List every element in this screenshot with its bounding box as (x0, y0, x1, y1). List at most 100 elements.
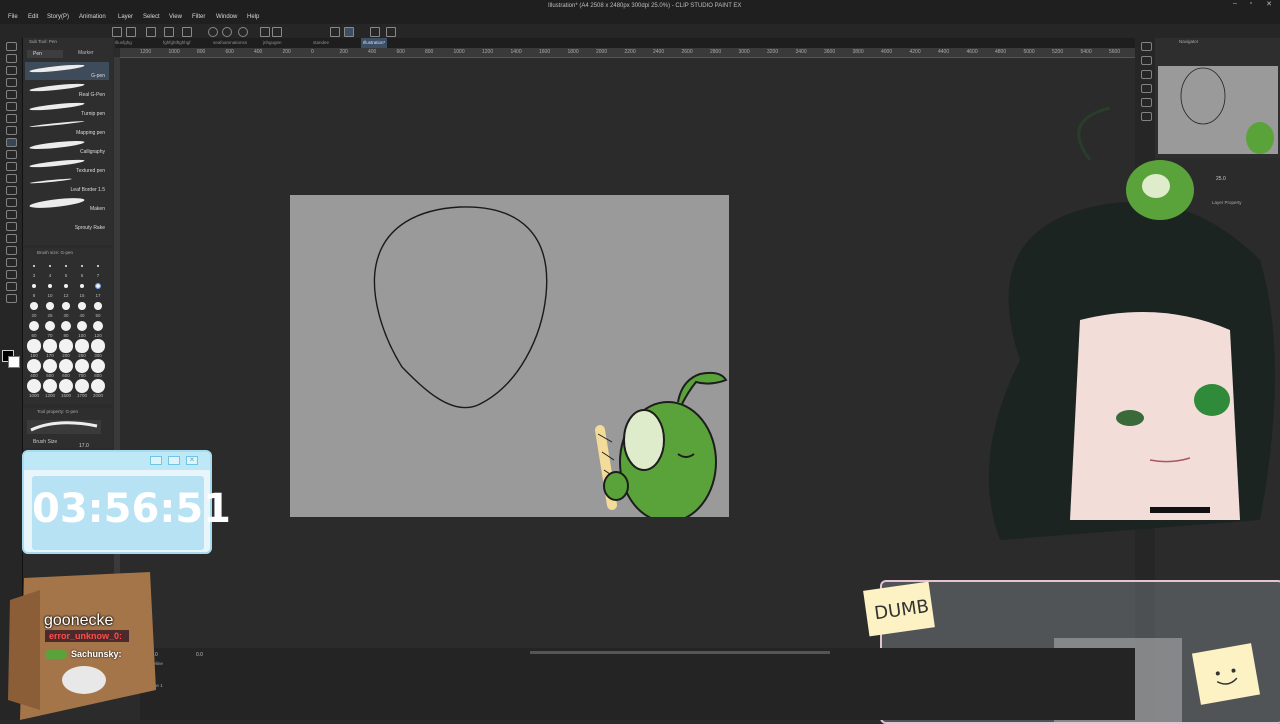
assets-icon[interactable] (182, 27, 192, 37)
transform-icon[interactable] (272, 27, 282, 37)
brush-size-dot[interactable] (79, 283, 85, 289)
redo-icon[interactable] (222, 27, 232, 37)
brush-calligraphy[interactable]: Calligraphy (25, 138, 109, 156)
brush-size-dot[interactable] (97, 265, 99, 267)
pencil-icon[interactable] (6, 138, 17, 147)
undo-icon[interactable] (208, 27, 218, 37)
brush-size-dot[interactable] (91, 379, 105, 393)
zoom-tool-icon[interactable] (6, 42, 17, 51)
brush-size-dot[interactable] (91, 339, 105, 353)
brush-size-dot[interactable] (63, 283, 69, 289)
blend-icon[interactable] (6, 198, 17, 207)
maximize-icon[interactable]: ▫ (1244, 0, 1258, 10)
brush-size-dot[interactable] (94, 282, 102, 290)
eyedropper-icon[interactable] (6, 114, 17, 123)
brush-size-dot[interactable] (30, 302, 38, 310)
brush-size-dot[interactable] (75, 359, 89, 373)
brush-turnip-pen[interactable]: Turnip pen (25, 100, 109, 118)
brush-size-dot[interactable] (81, 265, 83, 267)
brush-mapping-pen[interactable]: Mapping pen (25, 119, 109, 137)
brush-size-dot[interactable] (27, 379, 41, 393)
panel-icon[interactable] (1141, 56, 1152, 65)
magic-wand-icon[interactable] (6, 102, 17, 111)
brush-size-dot[interactable] (27, 359, 41, 373)
panel-icon[interactable] (1141, 42, 1152, 51)
sub-color-swatch[interactable] (8, 356, 20, 368)
maximize-icon[interactable] (168, 456, 180, 465)
open-icon[interactable] (126, 27, 136, 37)
tab-illusfghg[interactable]: Illusfghg (115, 38, 132, 48)
eraser-icon[interactable] (6, 186, 17, 195)
brush-size-dot[interactable] (60, 320, 72, 332)
brush-real-gpen[interactable]: Real G-Pen (25, 81, 109, 99)
move-tool-icon[interactable] (6, 54, 17, 63)
brush-size-dot[interactable] (33, 265, 35, 267)
settings-icon[interactable] (238, 27, 248, 37)
brush-size-dot[interactable] (59, 339, 73, 353)
menu-help[interactable]: Help (247, 14, 259, 20)
brush-size-dot[interactable] (65, 265, 67, 267)
brush-size-dot[interactable] (43, 379, 57, 393)
brush-size-dot[interactable] (92, 320, 104, 332)
menu-select[interactable]: Select (143, 14, 160, 20)
menu-window[interactable]: Window (216, 14, 237, 20)
brush-sprouty-rake[interactable]: Sprouty Rake (25, 214, 109, 232)
layer-icon[interactable] (370, 27, 380, 37)
tab-seafoam[interactable]: seafoamnationsn (213, 38, 247, 48)
minimize-icon[interactable]: – (1228, 0, 1242, 10)
frame-icon[interactable] (6, 246, 17, 255)
fill-icon[interactable] (260, 27, 270, 37)
correct-line-icon[interactable] (6, 294, 17, 303)
brush-size-dot[interactable] (43, 359, 57, 373)
airbrush-icon[interactable] (6, 162, 17, 171)
brush-size-dot[interactable] (76, 320, 88, 332)
brush-size-dot[interactable] (94, 302, 102, 310)
brush-size-dot[interactable] (59, 359, 73, 373)
tab-jnhgugen[interactable]: jnhgugen (263, 38, 282, 48)
close-icon[interactable]: ✕ (1262, 0, 1276, 10)
tab-standee[interactable]: standee (313, 38, 329, 48)
brush-size-dot[interactable] (47, 283, 53, 289)
ruler-tool-icon[interactable] (6, 258, 17, 267)
menu-edit[interactable]: Edit (28, 14, 38, 20)
tab-fghfgh[interactable]: fghfghtftghhgf (163, 38, 191, 48)
brush-size-dot[interactable] (59, 379, 73, 393)
ruler-icon[interactable] (330, 27, 340, 37)
brush-size-value[interactable]: 17.0 (79, 443, 89, 449)
menu-view[interactable]: View (169, 14, 182, 20)
brush-size-dot[interactable] (75, 339, 89, 353)
brush-size-dot[interactable] (75, 379, 89, 393)
menu-animation[interactable]: Animation (79, 14, 106, 20)
figure-icon[interactable] (6, 234, 17, 243)
panel-icon[interactable] (1141, 84, 1152, 93)
tab-pen[interactable]: Pen (27, 50, 63, 58)
grid-icon[interactable] (386, 27, 396, 37)
move-layer-icon[interactable] (6, 78, 17, 87)
close-icon[interactable]: × (186, 456, 198, 465)
brush-size-dot[interactable] (44, 320, 56, 332)
panel-icon[interactable] (1141, 70, 1152, 79)
new-icon[interactable] (112, 27, 122, 37)
menu-layer[interactable]: Layer (118, 14, 133, 20)
brush-gpen[interactable]: G-pen (25, 62, 109, 80)
fill-tool-icon[interactable] (6, 210, 17, 219)
brush-size-dot[interactable] (43, 339, 57, 353)
text-icon[interactable] (6, 270, 17, 279)
brush-maken[interactable]: Maken (25, 195, 109, 213)
tab-marker[interactable]: Marker (78, 50, 94, 56)
brush-size-dot[interactable] (27, 339, 41, 353)
drawing-canvas[interactable] (290, 195, 729, 517)
brush-leaf-border[interactable]: Leaf Border 1.5 (25, 176, 109, 194)
pen-icon[interactable] (6, 126, 17, 135)
lasso-icon[interactable] (6, 90, 17, 99)
brush-size-dot[interactable] (49, 265, 51, 267)
tab-illustration[interactable]: Illustration* (361, 38, 388, 48)
decoration-icon[interactable] (6, 174, 17, 183)
brush-textured-pen[interactable]: Textured pen (25, 157, 109, 175)
brush-size-dot[interactable] (91, 359, 105, 373)
snap-icon[interactable] (344, 27, 354, 37)
brush-icon[interactable] (6, 150, 17, 159)
timeline-angle[interactable]: 0.0 (196, 652, 203, 658)
operation-tool-icon[interactable] (6, 66, 17, 75)
balloon-icon[interactable] (6, 282, 17, 291)
